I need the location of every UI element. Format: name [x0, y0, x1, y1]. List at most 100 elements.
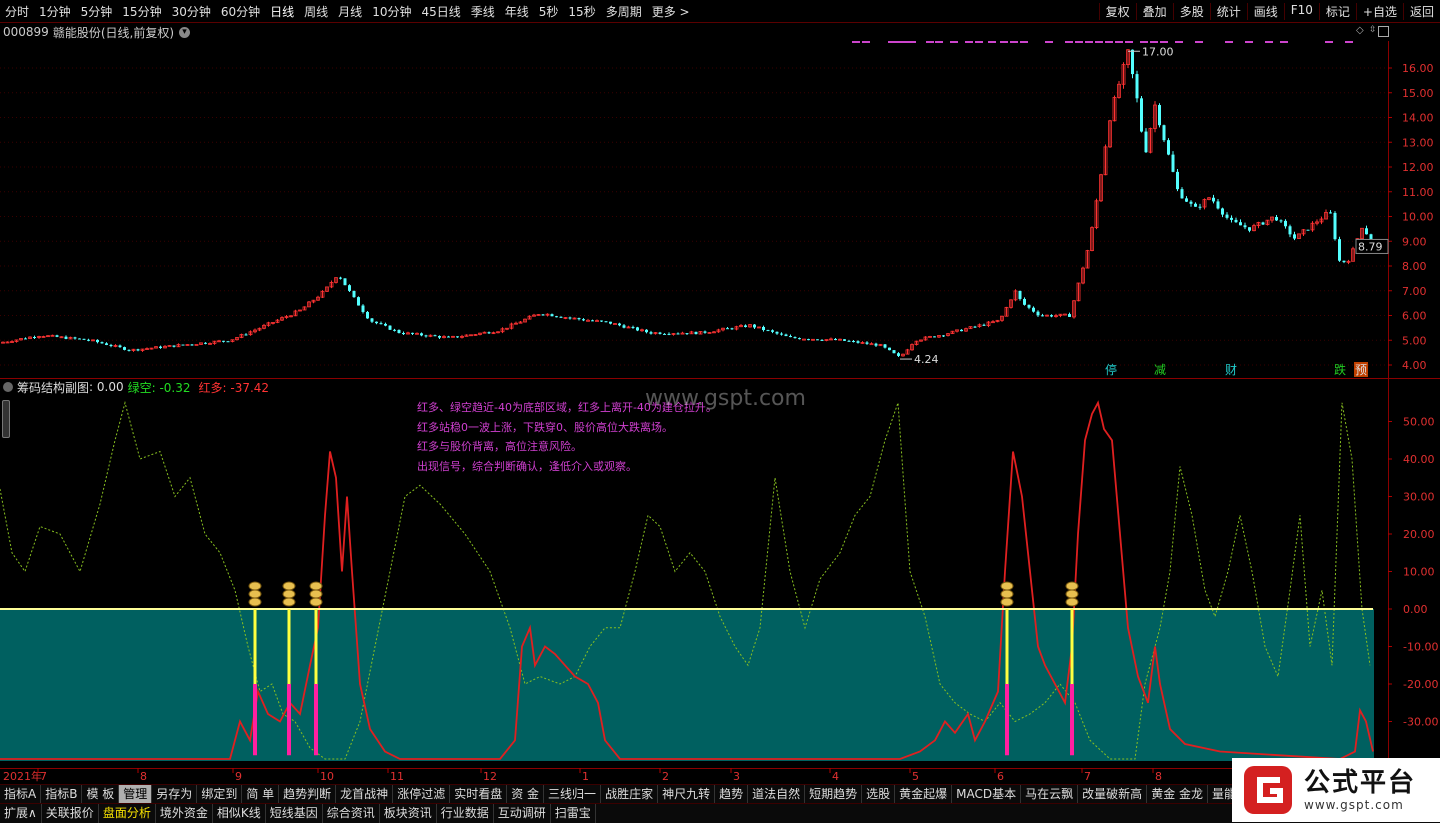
- info-tab[interactable]: 行业数据: [437, 804, 494, 823]
- toolbar-action-button[interactable]: 叠加: [1135, 2, 1173, 20]
- indicator-tab[interactable]: 另存为: [152, 785, 198, 804]
- period-tab[interactable]: 季线: [466, 3, 500, 20]
- info-tab[interactable]: 境外资金: [156, 804, 213, 823]
- period-tab[interactable]: 更多 >: [647, 3, 695, 20]
- indicator-tab[interactable]: 趋势: [715, 785, 749, 804]
- diamond-icon[interactable]: ◇: [1356, 25, 1364, 36]
- indicator-chart[interactable]: 50.00 40.00 30.00 20.00 10.00 0.00 -10.00 -20.0…: [0, 379, 1440, 768]
- logo-url: www.gspt.com: [1304, 798, 1404, 812]
- sort-arrows-icon[interactable]: ⇳: [1369, 25, 1377, 35]
- indicator-tab[interactable]: 马在云飘: [1021, 785, 1079, 804]
- candle-body: [1041, 315, 1044, 317]
- candle-body: [798, 338, 801, 340]
- period-tab[interactable]: 月线: [333, 3, 367, 20]
- period-tab[interactable]: 15分钟: [117, 3, 166, 20]
- indicator-tab[interactable]: 神尺九转: [658, 785, 716, 804]
- event-badge[interactable]: 减: [1154, 363, 1166, 377]
- indicator-tab[interactable]: MACD基本: [952, 785, 1022, 804]
- toolbar-action-button[interactable]: 标记: [1318, 2, 1356, 20]
- month-label: 5: [912, 770, 919, 783]
- indicator-tab[interactable]: 龙首战神: [336, 785, 394, 804]
- info-tab[interactable]: 互动调研: [494, 804, 551, 823]
- candle-body: [244, 334, 248, 336]
- toolbar-action-button[interactable]: 返回: [1402, 2, 1440, 20]
- info-tab[interactable]: 关联报价: [42, 804, 99, 823]
- period-tab[interactable]: 30分钟: [167, 3, 216, 20]
- indicator-tab[interactable]: 管理: [119, 785, 153, 804]
- info-tab[interactable]: 扩展∧: [0, 804, 42, 823]
- coin-icon: [282, 581, 296, 591]
- period-tab[interactable]: 5分钟: [76, 3, 118, 20]
- event-badge[interactable]: 财: [1225, 363, 1237, 377]
- period-tab[interactable]: 1分钟: [34, 3, 76, 20]
- info-tab[interactable]: 板块资讯: [380, 804, 437, 823]
- candle-body: [676, 333, 680, 335]
- period-tab[interactable]: 5秒: [534, 3, 564, 20]
- indicator-tab[interactable]: 黄金起爆: [895, 785, 953, 804]
- indicator-tab[interactable]: 涨停过滤: [393, 785, 451, 804]
- candle-body: [789, 336, 792, 338]
- indicator-tab[interactable]: 指标A: [0, 785, 42, 804]
- event-badge[interactable]: 跌: [1334, 362, 1346, 377]
- info-tab[interactable]: 扫雷宝: [551, 804, 596, 823]
- indicator-tab[interactable]: 三线归一: [544, 785, 602, 804]
- indicator-tab[interactable]: 黄金 金龙: [1147, 785, 1209, 804]
- toolbar-action-button[interactable]: 统计: [1209, 2, 1247, 20]
- candle-body: [784, 334, 788, 337]
- indicator-tab[interactable]: 选股: [862, 785, 896, 804]
- scroll-handle[interactable]: [0, 380, 10, 438]
- indicator-tab[interactable]: 改量破新高: [1078, 785, 1148, 804]
- period-tab[interactable]: 分时: [0, 3, 34, 20]
- candle-body: [100, 342, 104, 344]
- price-tick-label: 16.00: [1402, 62, 1434, 75]
- indicator-tab[interactable]: 绑定到: [197, 785, 243, 804]
- indicator-tab[interactable]: 短期趋势: [805, 785, 863, 804]
- info-tab[interactable]: 相似K线: [213, 804, 266, 823]
- period-tab[interactable]: 15秒: [563, 3, 600, 20]
- toolbar-action-button[interactable]: 多股: [1172, 2, 1210, 20]
- candle-body: [604, 321, 608, 323]
- info-tab[interactable]: 盘面分析: [99, 804, 156, 823]
- indicator-tab[interactable]: 实时看盘: [450, 785, 508, 804]
- info-tab[interactable]: 短线基因: [266, 804, 323, 823]
- toolbar-action-button[interactable]: 复权: [1098, 2, 1136, 20]
- toolbar-action-button[interactable]: +自选: [1355, 2, 1403, 20]
- indicator-tab[interactable]: 模 板: [82, 785, 120, 804]
- indicator-tab[interactable]: 趋势判断: [279, 785, 337, 804]
- candle-body: [694, 331, 698, 335]
- candle-body: [82, 338, 86, 340]
- candle-body: [393, 329, 396, 331]
- candle-body: [1221, 208, 1224, 215]
- chevron-down-icon[interactable]: ▾: [179, 26, 191, 38]
- indicator-tab[interactable]: 指标B: [41, 785, 83, 804]
- indicator-tab[interactable]: 道法自然: [748, 785, 806, 804]
- signal-dot: [1225, 41, 1233, 43]
- candle-body: [744, 325, 747, 327]
- indicator-tab[interactable]: 资 金: [507, 785, 545, 804]
- period-tab[interactable]: 60分钟: [216, 3, 265, 20]
- candle-body: [361, 305, 365, 312]
- watermark: www.gspt.com: [645, 386, 806, 411]
- indicator-tab[interactable]: 战胜庄家: [601, 785, 659, 804]
- price-chart[interactable]: 16.00 15.00 14.00 13.00 12.00 11.00 10.00 9.00 8…: [0, 41, 1440, 379]
- signal-dot: [1105, 41, 1113, 43]
- signal-dot: [1085, 41, 1093, 43]
- maximize-icon[interactable]: [1378, 26, 1389, 37]
- coin-icon: [309, 581, 323, 591]
- candle-body: [775, 331, 779, 334]
- toolbar-action-button[interactable]: 画线: [1246, 2, 1284, 20]
- coin-icon: [282, 589, 296, 599]
- period-tab[interactable]: 10分钟: [367, 3, 416, 20]
- event-badge[interactable]: 停: [1105, 362, 1117, 377]
- period-tab[interactable]: 周线: [299, 3, 333, 20]
- info-tab[interactable]: 综合资讯: [323, 804, 380, 823]
- candle-body: [663, 333, 666, 335]
- indicator-tab[interactable]: 简 单: [242, 785, 280, 804]
- period-tab[interactable]: 年线: [500, 3, 534, 20]
- period-tab[interactable]: 日线: [265, 3, 299, 20]
- toolbar-action-button[interactable]: F10: [1283, 2, 1319, 20]
- period-tab[interactable]: 45日线: [416, 3, 465, 20]
- price-tick-label: 10.00: [1402, 211, 1434, 224]
- event-badge[interactable]: 预: [1355, 363, 1367, 377]
- period-tab[interactable]: 多周期: [601, 3, 647, 20]
